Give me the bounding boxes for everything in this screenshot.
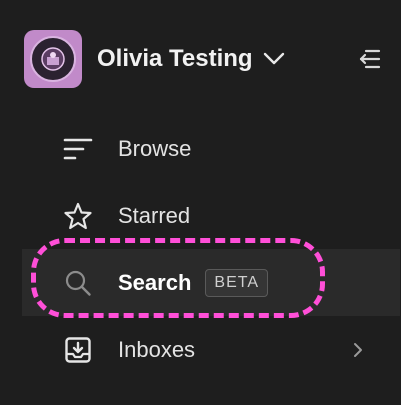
sidebar-item-search[interactable]: Search BETA (22, 249, 400, 316)
browse-lines-icon (60, 131, 96, 167)
sidebar-item-inboxes[interactable]: Inboxes (0, 316, 401, 383)
search-icon (60, 265, 96, 301)
sidebar-item-browse[interactable]: Browse (0, 115, 401, 182)
sidebar: Olivia Testing Browse Starred Search BET… (0, 0, 401, 405)
workspace-logo-icon (30, 36, 76, 82)
chevron-right-icon[interactable] (353, 342, 363, 358)
sidebar-item-starred[interactable]: Starred (0, 182, 401, 249)
sidebar-nav: Browse Starred Search BETA Inboxes (0, 115, 401, 383)
sidebar-item-label: Starred (118, 202, 191, 228)
sidebar-item-label: Browse (118, 135, 192, 161)
workspace-name[interactable]: Olivia Testing (97, 45, 253, 73)
beta-badge: BETA (205, 268, 268, 297)
sidebar-item-label: Inboxes (118, 336, 196, 362)
inbox-icon (60, 332, 96, 368)
workspace-header: Olivia Testing (24, 30, 383, 88)
workspace-avatar[interactable] (24, 30, 82, 88)
sidebar-item-label: Search (118, 269, 192, 295)
chevron-down-icon[interactable] (263, 52, 285, 66)
collapse-sidebar-icon[interactable] (355, 45, 383, 73)
star-icon (60, 198, 96, 234)
